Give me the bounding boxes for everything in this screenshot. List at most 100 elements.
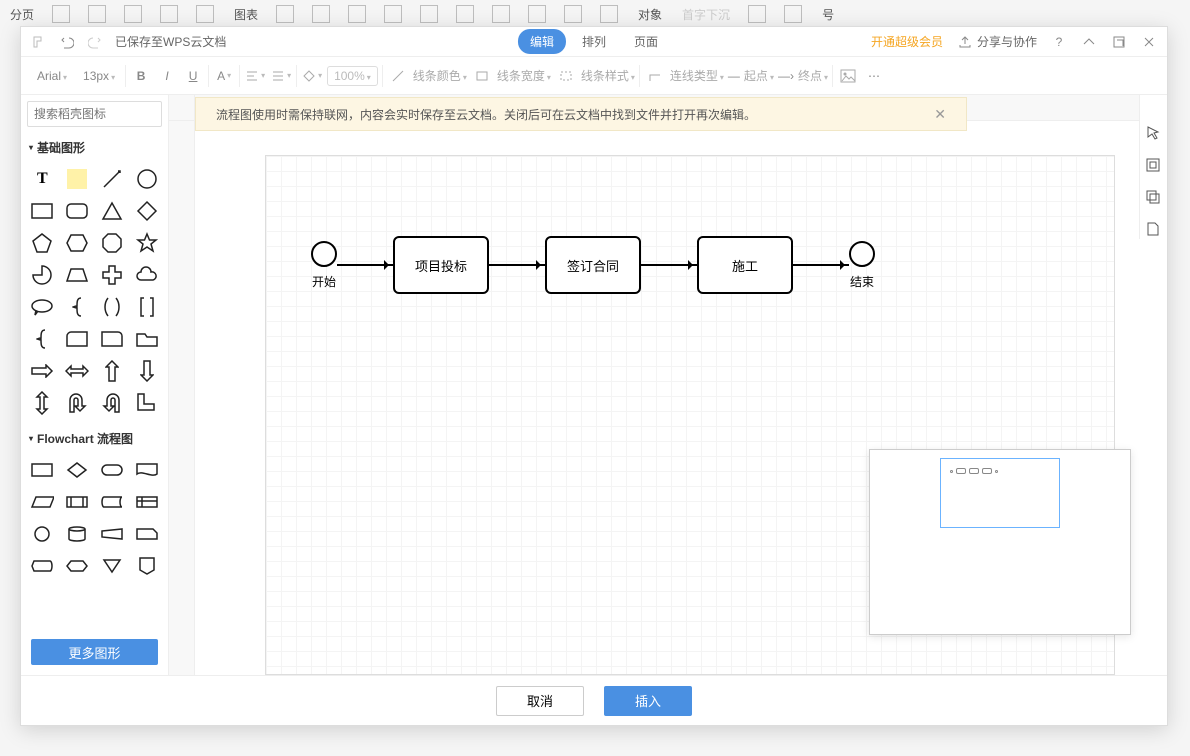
opacity-select[interactable]: 100% — [327, 66, 378, 86]
fc-process[interactable] — [27, 457, 58, 483]
start-select[interactable]: 起点 — [744, 67, 774, 84]
fc-display[interactable] — [27, 553, 58, 579]
shape-star[interactable] — [131, 230, 162, 256]
pointer-icon[interactable] — [1145, 125, 1163, 143]
node-step1[interactable]: 项目投标 — [393, 236, 489, 294]
connector[interactable] — [337, 264, 393, 266]
fill-color-button[interactable] — [301, 65, 323, 87]
line-style-select[interactable]: 线条样式 — [581, 67, 635, 84]
underline-button[interactable]: U — [182, 65, 204, 87]
category-flowchart[interactable]: Flowchart 流程图 — [21, 424, 168, 453]
shape-roundrect[interactable] — [62, 198, 93, 224]
shape-paren[interactable] — [97, 294, 128, 320]
fit-icon[interactable] — [1145, 157, 1163, 175]
redo-icon[interactable] — [87, 34, 103, 50]
tab-page[interactable]: 页面 — [622, 29, 670, 54]
shape-trapezoid[interactable] — [62, 262, 93, 288]
vip-link[interactable]: 开通超级会员 — [871, 33, 943, 50]
fc-database[interactable] — [62, 521, 93, 547]
tab-edit[interactable]: 编辑 — [518, 29, 566, 54]
end-select[interactable]: 终点 — [798, 67, 828, 84]
shape-octagon[interactable] — [97, 230, 128, 256]
node-start[interactable]: 开始 — [311, 241, 337, 290]
shape-line[interactable] — [97, 166, 128, 192]
shape-arrow-right[interactable] — [27, 358, 58, 384]
shape-arrow-updown[interactable] — [27, 390, 58, 416]
close-icon[interactable] — [1141, 34, 1157, 50]
category-basic[interactable]: 基础图形 — [21, 133, 168, 162]
popout-icon[interactable] — [1111, 34, 1127, 50]
image-button[interactable] — [837, 65, 859, 87]
shape-arrow-up[interactable] — [97, 358, 128, 384]
shape-triangle[interactable] — [97, 198, 128, 224]
fc-card[interactable] — [131, 521, 162, 547]
fc-data[interactable] — [27, 489, 58, 515]
help-icon[interactable]: ? — [1051, 34, 1067, 50]
layers-icon[interactable] — [1145, 189, 1163, 207]
shape-pentagon[interactable] — [27, 230, 58, 256]
line-width-select[interactable]: 线条宽度 — [497, 67, 551, 84]
tab-arrange[interactable]: 排列 — [570, 29, 618, 54]
font-size-select[interactable]: 13px — [77, 67, 121, 85]
search-input[interactable] — [27, 101, 162, 127]
more-shapes-button[interactable]: 更多图形 — [31, 639, 158, 665]
shape-diamond[interactable] — [131, 198, 162, 224]
bold-button[interactable]: B — [130, 65, 152, 87]
undo-icon[interactable] — [59, 34, 75, 50]
format-painter-icon[interactable] — [31, 34, 47, 50]
shape-plus[interactable] — [97, 262, 128, 288]
connector[interactable] — [641, 264, 697, 266]
shape-card[interactable] — [62, 326, 93, 352]
shape-tab[interactable] — [97, 326, 128, 352]
shape-folder[interactable] — [131, 326, 162, 352]
shape-uturn2[interactable] — [97, 390, 128, 416]
fc-terminator[interactable] — [97, 457, 128, 483]
page-icon[interactable] — [1145, 221, 1163, 239]
insert-button[interactable]: 插入 — [604, 686, 692, 716]
minimap-viewport[interactable] — [940, 458, 1060, 528]
shape-text[interactable]: T — [27, 166, 58, 192]
shape-arrow-down[interactable] — [131, 358, 162, 384]
connector[interactable] — [489, 264, 545, 266]
fc-decision[interactable] — [62, 457, 93, 483]
fc-document[interactable] — [131, 457, 162, 483]
node-step2[interactable]: 签订合同 — [545, 236, 641, 294]
fc-offpage[interactable] — [131, 553, 162, 579]
minimap[interactable] — [869, 449, 1131, 635]
shape-note[interactable] — [62, 166, 93, 192]
connector[interactable] — [793, 264, 849, 266]
shape-pie[interactable] — [27, 262, 58, 288]
align-v-button[interactable] — [270, 65, 292, 87]
shape-corner[interactable] — [131, 390, 162, 416]
share-link[interactable]: 分享与协作 — [957, 33, 1037, 50]
fc-predefined[interactable] — [62, 489, 93, 515]
font-color-button[interactable]: A — [213, 65, 235, 87]
shape-arrow-both[interactable] — [62, 358, 93, 384]
fc-manual[interactable] — [97, 521, 128, 547]
shape-brace-left[interactable] — [62, 294, 93, 320]
shape-cloud[interactable] — [131, 262, 162, 288]
fc-internal[interactable] — [131, 489, 162, 515]
shape-brace-single[interactable] — [27, 326, 58, 352]
line-color-select[interactable]: 线条颜色 — [413, 67, 467, 84]
shape-rect[interactable] — [27, 198, 58, 224]
shape-hexagon[interactable] — [62, 230, 93, 256]
font-family-select[interactable]: Arial — [31, 67, 73, 85]
italic-button[interactable]: I — [156, 65, 178, 87]
more-icon[interactable]: ⋯ — [863, 65, 885, 87]
fc-stored[interactable] — [97, 489, 128, 515]
align-h-button[interactable] — [244, 65, 266, 87]
shape-uturn[interactable] — [62, 390, 93, 416]
collapse-icon[interactable] — [1081, 34, 1097, 50]
cancel-button[interactable]: 取消 — [496, 686, 584, 716]
fc-loop[interactable] — [62, 553, 93, 579]
shape-callout[interactable] — [27, 294, 58, 320]
node-step3[interactable]: 施工 — [697, 236, 793, 294]
shape-bracket[interactable] — [131, 294, 162, 320]
conn-type-select[interactable]: 连线类型 — [670, 67, 724, 84]
fc-merge[interactable] — [97, 553, 128, 579]
banner-close-icon[interactable]: ✕ — [934, 106, 946, 123]
fc-connector[interactable] — [27, 521, 58, 547]
shape-circle[interactable] — [131, 166, 162, 192]
node-end[interactable]: 结束 — [849, 241, 875, 290]
